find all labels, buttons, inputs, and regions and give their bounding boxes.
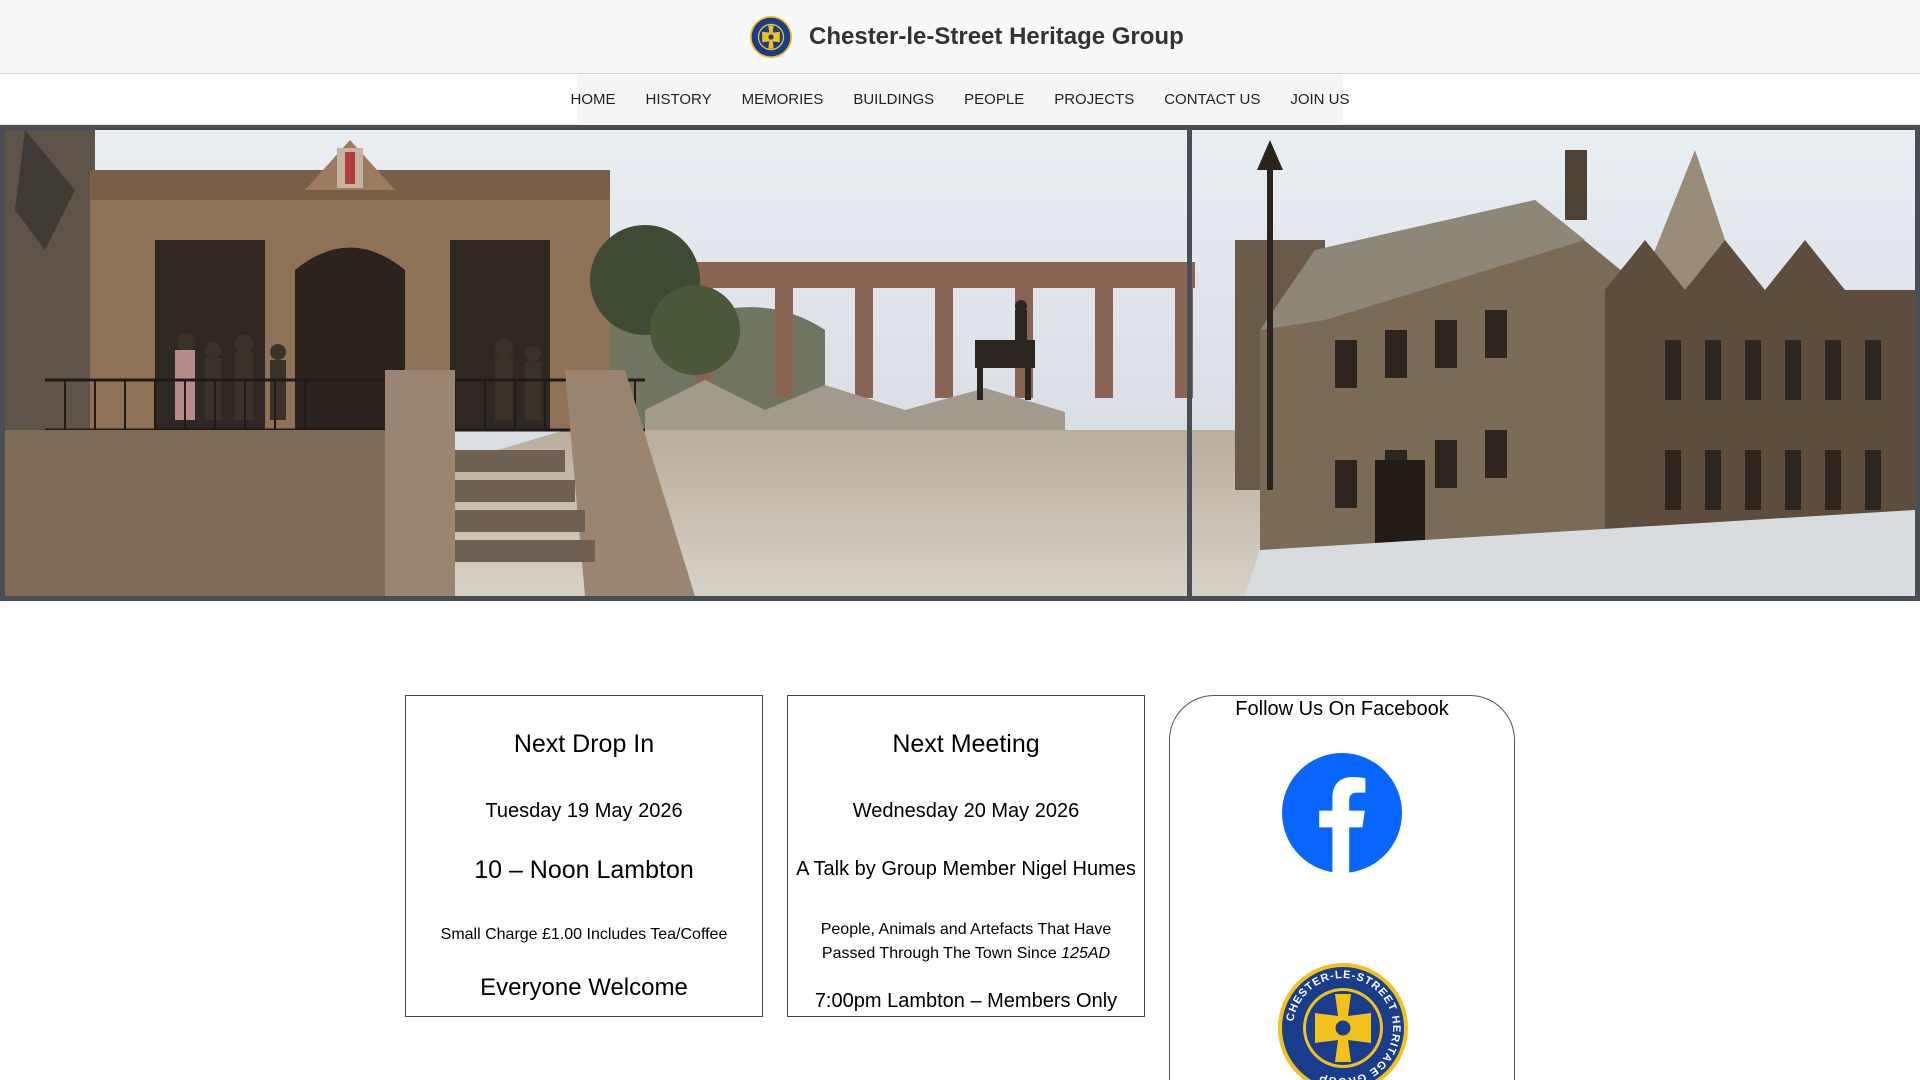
drop-in-welcome: Everyone Welcome [480,974,688,1001]
nav-item-buildings[interactable]: BUILDINGS [838,75,949,125]
meeting-topic-line2: Passed Through The Town Since [821,945,1062,962]
hero-banner [0,125,1920,601]
meeting-heading: Next Meeting [892,730,1040,758]
historic-street-scene-image [5,130,1915,596]
nav-item-join-us[interactable]: JOIN US [1275,75,1364,125]
facebook-icon[interactable] [1282,753,1402,873]
nav-menu: HOME HISTORY MEMORIES BUILDINGS PEOPLE P… [570,75,1350,125]
meeting-date: Wednesday 20 May 2026 [852,800,1080,822]
facebook-card: Follow Us On Facebook CHESTER-LE-STREET … [1169,695,1515,1080]
nav-item-memories[interactable]: MEMORIES [727,75,839,125]
drop-in-date: Tuesday 19 May 2026 [485,800,683,822]
heritage-group-emblem-icon: CHESTER-LE-STREET HERITAGE GROUP [1278,963,1408,1080]
meeting-time-place: 7:00pm Lambton – Members Only [814,990,1118,1012]
heritage-group-emblem-icon [749,15,793,59]
nav-item-people[interactable]: PEOPLE [949,75,1039,125]
site-title: Chester-le-Street Heritage Group [809,23,1184,50]
next-meeting-card: Next Meeting Wednesday 20 May 2026 A Tal… [787,695,1145,1017]
meeting-topic: People, Animals and Artefacts That Have … [788,918,1144,966]
nav-item-home[interactable]: HOME [555,75,630,125]
site-header: Chester-le-Street Heritage Group [0,0,1920,74]
main-navigation: HOME HISTORY MEMORIES BUILDINGS PEOPLE P… [0,75,1920,125]
drop-in-charge: Small Charge £1.00 Includes Tea/Coffee [440,926,728,943]
meeting-topic-line1: People, Animals and Artefacts That Have [820,921,1112,938]
meeting-talk: A Talk by Group Member Nigel Humes [796,858,1136,880]
nav-item-history[interactable]: HISTORY [630,75,726,125]
drop-in-heading: Next Drop In [513,730,655,758]
drop-in-time-place: 10 – Noon Lambton [474,856,694,884]
nav-item-contact-us[interactable]: CONTACT US [1149,75,1275,125]
meeting-topic-year: 125AD [1061,945,1111,962]
site-brand-link[interactable]: Chester-le-Street Heritage Group [749,13,1184,61]
next-drop-in-card: Next Drop In Tuesday 19 May 2026 10 – No… [405,695,763,1017]
nav-item-projects[interactable]: PROJECTS [1039,75,1149,125]
facebook-title: Follow Us On Facebook [1235,698,1449,720]
